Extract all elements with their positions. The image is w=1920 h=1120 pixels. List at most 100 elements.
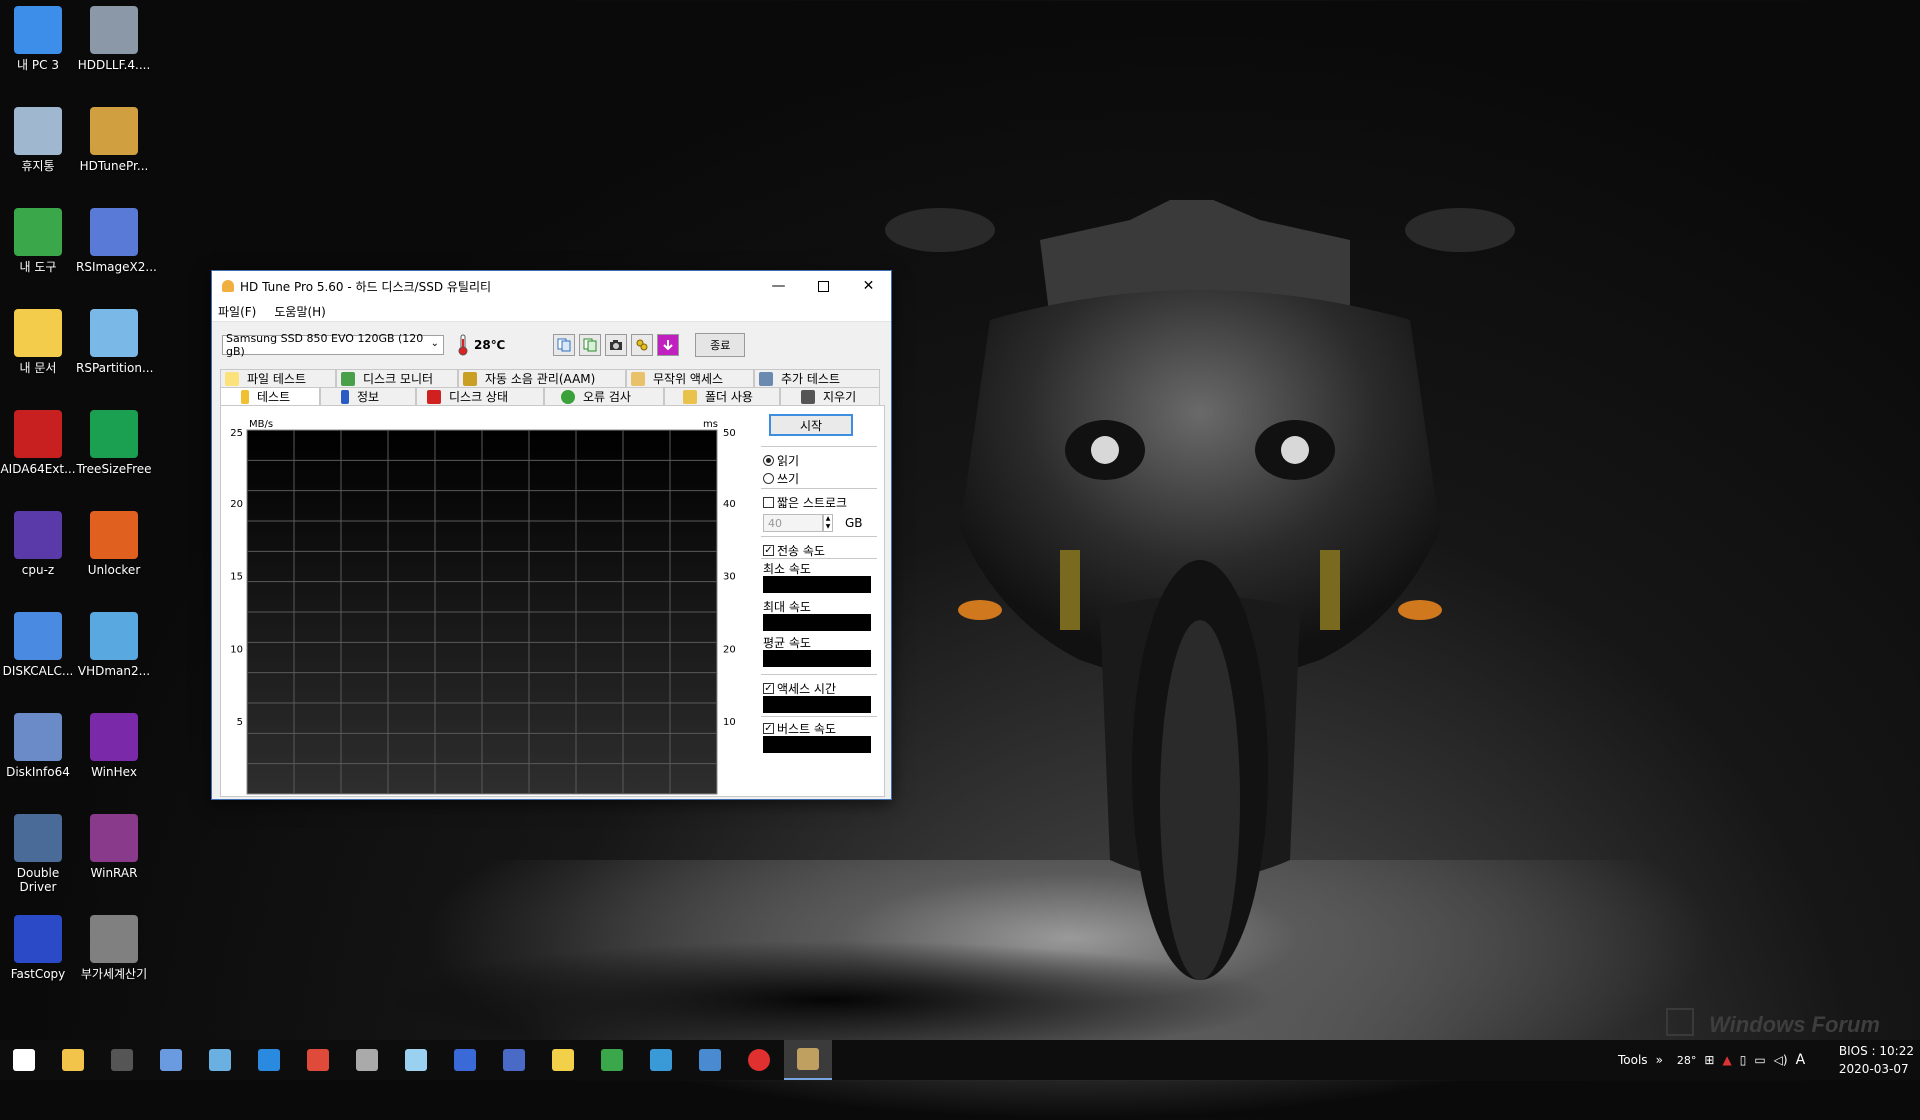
- desktop-icon-documents-folder[interactable]: 내 문서: [0, 309, 76, 375]
- network-tray-icon[interactable]: ⊞: [1704, 1053, 1714, 1067]
- y-tick-label: 25: [230, 428, 243, 439]
- fastcopy-icon: [14, 915, 62, 963]
- grid-app-taskbar-button[interactable]: [441, 1040, 489, 1080]
- ime-indicator[interactable]: A: [1796, 1052, 1806, 1068]
- menu-file[interactable]: 파일(F): [218, 303, 256, 320]
- tab-health[interactable]: 디스크 상태: [416, 387, 544, 405]
- drive-select-value: Samsung SSD 850 EVO 120GB (120 gB): [226, 332, 424, 358]
- spin-arrows-icon[interactable]: ▲ ▼: [823, 514, 833, 532]
- start-taskbar-button[interactable]: [0, 1040, 48, 1080]
- drive-select[interactable]: Samsung SSD 850 EVO 120GB (120 gB) ⌄: [222, 332, 444, 358]
- short-stroke-checkbox[interactable]: 짧은 스트로크: [763, 494, 847, 511]
- file-explorer-taskbar-button[interactable]: [49, 1040, 97, 1080]
- read-radio[interactable]: 읽기: [763, 452, 799, 469]
- menu-help[interactable]: 도움말(H): [274, 303, 326, 320]
- title-bar[interactable]: HD Tune Pro 5.60 - 하드 디스크/SSD 유틸리티 — ✕: [212, 271, 891, 301]
- benchmark-controls: 시작 읽기 쓰기 짧은 스트로크 40 ▲ ▼ GB ✓ 전송 속도 최소 속도 최…: [759, 406, 879, 796]
- access-time-checkbox[interactable]: ✓ 액세스 시간: [763, 680, 836, 697]
- desktop-icon-winhex[interactable]: WinHex: [76, 713, 152, 779]
- desktop-icon-fastcopy[interactable]: FastCopy: [0, 915, 76, 981]
- tab-folder-usage[interactable]: 폴더 사용: [664, 387, 780, 405]
- monitor-taskbar-button[interactable]: [196, 1040, 244, 1080]
- watermark: Windows Forum: [1709, 1012, 1880, 1037]
- copy-icon[interactable]: [553, 334, 576, 356]
- tab-info[interactable]: 정보: [320, 387, 416, 405]
- cmd-taskbar-button[interactable]: [98, 1040, 146, 1080]
- screenshot-icon[interactable]: [605, 334, 628, 356]
- benchmark-chart: MB/s ms 25 20 15 10 5 50 40 30 20 10: [230, 419, 736, 795]
- network-app-taskbar-button[interactable]: [637, 1040, 685, 1080]
- desktop-icon-cpuz[interactable]: cpu-z: [0, 511, 76, 577]
- tab-file-test[interactable]: 파일 테스트: [220, 369, 336, 387]
- desktop-icon-vhdman[interactable]: VHDman2...: [76, 612, 152, 678]
- tab-random-access[interactable]: 무작위 액세스: [626, 369, 754, 387]
- tab-error-scan[interactable]: 오류 검사: [544, 387, 664, 405]
- edge-taskbar-button[interactable]: [245, 1040, 293, 1080]
- alert-tray-icon[interactable]: ▲: [1722, 1053, 1731, 1067]
- transfer-rate-label: 전송 속도: [777, 544, 825, 558]
- wifi-tray-icon[interactable]: ▭: [1754, 1053, 1765, 1067]
- desktop-icon-winrar[interactable]: WinRAR: [76, 814, 152, 880]
- chevron-right-icon[interactable]: »: [1656, 1053, 1663, 1067]
- desktop-icon-calculator[interactable]: 부가세계산기: [76, 915, 152, 981]
- clock[interactable]: BIOS : 10:22 2020-03-07: [1839, 1042, 1914, 1078]
- write-radio[interactable]: 쓰기: [763, 470, 799, 487]
- transfer-rate-checkbox[interactable]: ✓ 전송 속도: [763, 542, 825, 559]
- speaker-icon: [463, 371, 477, 386]
- desktop-icon-diskcalc[interactable]: DISKCALC...: [0, 612, 76, 678]
- power-taskbar-button[interactable]: [735, 1040, 783, 1080]
- chrome-taskbar-button[interactable]: [294, 1040, 342, 1080]
- desktop-icon-label: AIDA64Ext...: [0, 462, 76, 476]
- radio-read-indicator: [763, 455, 774, 466]
- drive-icon: [356, 1049, 378, 1071]
- usb-tray-icon[interactable]: ▯: [1740, 1053, 1747, 1067]
- hdtune-taskbar-taskbar-button[interactable]: [784, 1040, 832, 1080]
- access-check-box: ✓: [763, 683, 774, 694]
- desktop-icon-rsimage[interactable]: RSImageX2...: [76, 208, 157, 274]
- desktop-icon-treesize[interactable]: TreeSizeFree: [76, 410, 152, 476]
- app-icon: [222, 280, 234, 292]
- desktop-icon-aida64[interactable]: AIDA64Ext...: [0, 410, 76, 476]
- short-stroke-input[interactable]: 40: [763, 514, 823, 532]
- drive-taskbar-button[interactable]: [343, 1040, 391, 1080]
- floppy-taskbar-button[interactable]: [490, 1040, 538, 1080]
- read-label: 읽기: [777, 454, 800, 468]
- tab-disk-monitor[interactable]: 디스크 모니터: [336, 369, 458, 387]
- desktop-icon-diskinfo[interactable]: DiskInfo64: [0, 713, 76, 779]
- maximize-button[interactable]: [801, 271, 846, 301]
- close-button[interactable]: ✕: [846, 271, 891, 301]
- avg-rate-value: [763, 650, 871, 667]
- tools-label[interactable]: Tools: [1618, 1053, 1648, 1067]
- tab-row-top: 파일 테스트 디스크 모니터 자동 소음 관리(AAM) 무작위 액세스 추가 …: [220, 369, 880, 387]
- calc-taskbar-button[interactable]: [588, 1040, 636, 1080]
- clock-date: 2020-03-07: [1838, 1062, 1909, 1076]
- tab-benchmark[interactable]: 테스트: [220, 387, 320, 405]
- desktop-icon-hdd[interactable]: HDDLLF.4....: [76, 6, 152, 72]
- desktop-icon-double-driver[interactable]: Double Driver: [0, 814, 76, 894]
- desktop-icon-hdtune[interactable]: HDTunePr...: [76, 107, 152, 173]
- desktop-icon-label: 내 도구: [19, 260, 57, 274]
- save-download-icon[interactable]: [657, 334, 680, 356]
- desktop-icon-unlocker[interactable]: Unlocker: [76, 511, 152, 577]
- burst-rate-checkbox[interactable]: ✓ 버스트 속도: [763, 720, 836, 737]
- desktop-icon-label: TreeSizeFree: [76, 462, 152, 476]
- tab-aam[interactable]: 자동 소음 관리(AAM): [458, 369, 626, 387]
- aida64-icon: [14, 410, 62, 458]
- docs-taskbar-button[interactable]: [539, 1040, 587, 1080]
- folder-app-taskbar-button[interactable]: [686, 1040, 734, 1080]
- minimize-button[interactable]: —: [756, 271, 801, 301]
- tab-erase[interactable]: 지우기: [780, 387, 880, 405]
- start-button[interactable]: 시작: [769, 414, 853, 436]
- desktop-icon-rspartition[interactable]: RSPartition...: [76, 309, 153, 375]
- desktop-taskbar-button[interactable]: [147, 1040, 195, 1080]
- copy-info-icon[interactable]: [579, 334, 602, 356]
- desktop-icon-tools[interactable]: 내 도구: [0, 208, 76, 274]
- exit-button[interactable]: 종료: [695, 333, 746, 357]
- desktop-icon-recycle-bin[interactable]: 휴지통: [0, 107, 76, 173]
- volume-tray-icon[interactable]: ◁): [1774, 1053, 1788, 1067]
- cpuz-icon: [14, 511, 62, 559]
- options-icon[interactable]: [631, 334, 654, 356]
- desktop-icon-computer[interactable]: 내 PC 3: [0, 6, 76, 72]
- tab-extra-tests[interactable]: 추가 테스트: [754, 369, 880, 387]
- notepad-taskbar-button[interactable]: [392, 1040, 440, 1080]
